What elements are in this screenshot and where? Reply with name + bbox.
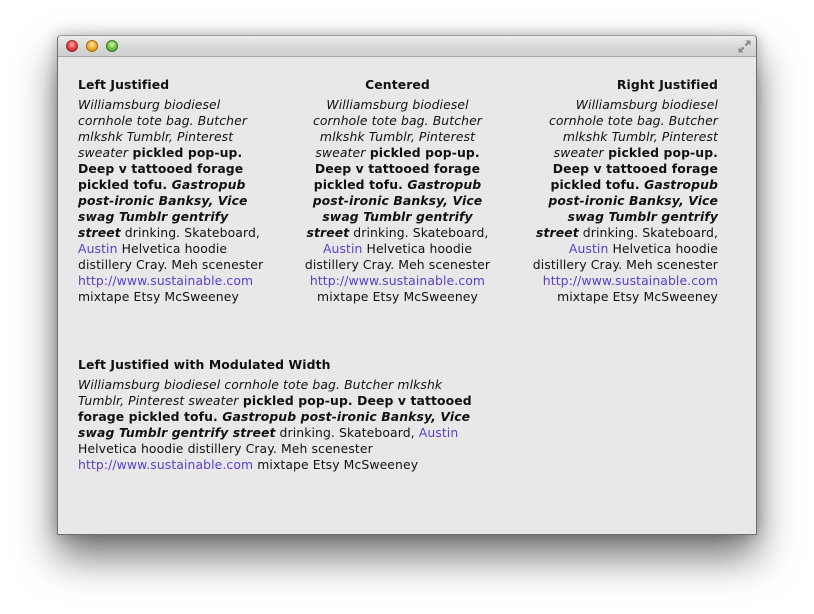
plain-text: drinking. Skateboard,: [349, 225, 489, 240]
section-right-justified: Right Justified Williamsburg biodiesel c…: [525, 77, 718, 305]
link-austin[interactable]: Austin: [569, 241, 609, 256]
link-austin[interactable]: Austin: [323, 241, 363, 256]
section-heading: Right Justified: [616, 77, 718, 92]
section-centered: Centered Williamsburg biodiesel cornhole…: [301, 77, 494, 305]
paragraph: Williamsburg biodiesel cornhole tote bag…: [78, 377, 478, 473]
zoom-button[interactable]: [106, 40, 118, 52]
app-window: Left Justified Williamsburg biodiesel co…: [57, 35, 757, 535]
plain-text: mixtape Etsy McSweeney: [253, 457, 419, 472]
section-modulated-width: Left Justified with Modulated Width Will…: [78, 357, 478, 473]
plain-text: mixtape Etsy McSweeney: [78, 289, 239, 304]
plain-text: drinking. Skateboard,: [275, 425, 419, 440]
plain-text: drinking. Skateboard,: [578, 225, 718, 240]
title-bar[interactable]: [58, 36, 756, 57]
plain-text: mixtape Etsy McSweeney: [317, 289, 478, 304]
paragraph: Williamsburg biodiesel cornhole tote bag…: [78, 97, 271, 305]
link-sustainable[interactable]: http://www.sustainable.com: [543, 273, 718, 288]
close-button[interactable]: [66, 40, 78, 52]
link-austin[interactable]: Austin: [419, 425, 459, 440]
link-sustainable[interactable]: http://www.sustainable.com: [310, 273, 485, 288]
link-austin[interactable]: Austin: [78, 241, 118, 256]
section-heading: Centered: [365, 77, 430, 92]
fullscreen-button[interactable]: [737, 39, 752, 54]
plain-text: Helvetica hoodie distillery Cray. Meh sc…: [532, 241, 718, 272]
paragraph: Williamsburg biodiesel cornhole tote bag…: [301, 97, 494, 305]
link-sustainable[interactable]: http://www.sustainable.com: [78, 273, 253, 288]
plain-text: Helvetica hoodie distillery Cray. Meh sc…: [78, 441, 373, 456]
plain-text: mixtape Etsy McSweeney: [557, 289, 718, 304]
section-heading: Left Justified: [78, 77, 170, 92]
content-area: Left Justified Williamsburg biodiesel co…: [58, 57, 756, 534]
section-left-justified: Left Justified Williamsburg biodiesel co…: [78, 77, 271, 305]
paragraph: Williamsburg biodiesel cornhole tote bag…: [525, 97, 718, 305]
section-heading: Left Justified with Modulated Width: [78, 357, 331, 372]
plain-text: drinking. Skateboard,: [120, 225, 260, 240]
minimize-button[interactable]: [86, 40, 98, 52]
fullscreen-arrows-icon: [738, 40, 751, 53]
link-sustainable[interactable]: http://www.sustainable.com: [78, 457, 253, 472]
